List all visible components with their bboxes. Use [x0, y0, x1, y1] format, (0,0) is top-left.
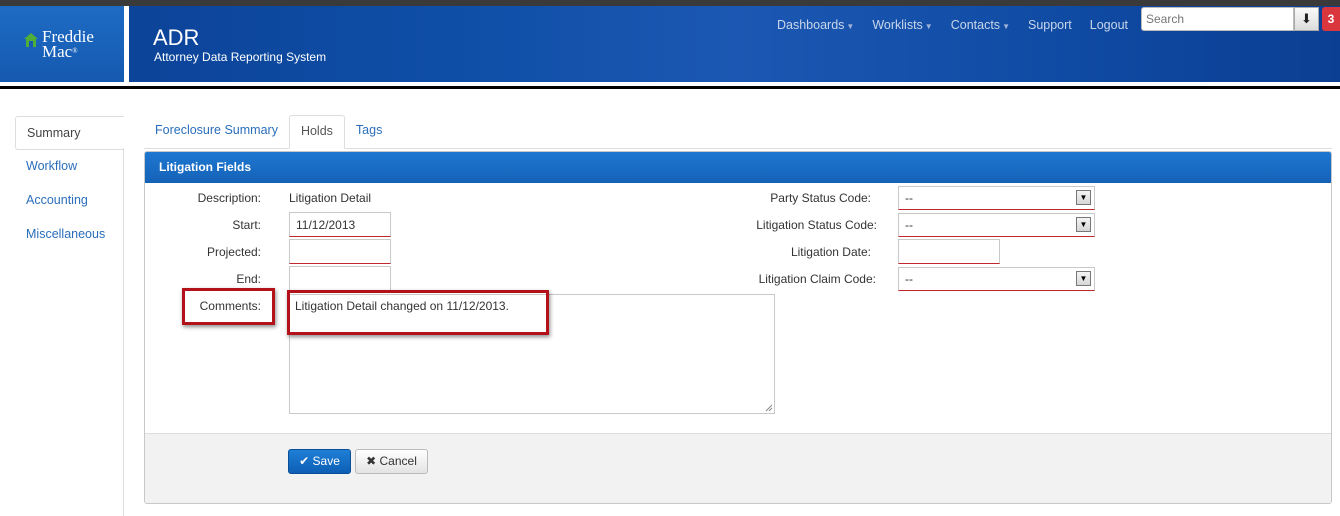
- litigation-date-label: Litigation Date:: [790, 245, 871, 259]
- annotation-box-comments-text: [287, 290, 549, 335]
- sidebar-item-summary[interactable]: Summary: [15, 116, 124, 150]
- start-label: Start:: [232, 218, 261, 232]
- top-nav: Dashboards ▼ Worklists ▼ Contacts ▼ Support…: [777, 18, 1146, 32]
- resize-grip-icon[interactable]: [765, 404, 773, 412]
- sidebar-divider: [123, 148, 124, 516]
- caret-down-icon: ▼: [924, 22, 933, 31]
- search-input[interactable]: [1141, 7, 1294, 31]
- save-button[interactable]: ✔ Save: [288, 449, 351, 474]
- logo-registered-mark: ®: [72, 47, 78, 55]
- sidebar: Summary Workflow Accounting Miscellaneou…: [15, 116, 124, 252]
- claim-code-select[interactable]: -- ▼: [898, 267, 1095, 291]
- download-arrow-icon: ⬇: [1301, 11, 1312, 26]
- nav-contacts[interactable]: Contacts ▼: [951, 18, 1010, 32]
- nav-dashboards[interactable]: Dashboards ▼: [777, 18, 854, 32]
- annotation-box-comments-label: [182, 288, 275, 325]
- end-label: End:: [236, 272, 261, 286]
- logo-line2: Mac: [42, 42, 73, 61]
- app-header: Freddie Mac® ADR Attorney Data Reporting…: [0, 6, 1340, 82]
- nav-logout[interactable]: Logout: [1090, 18, 1128, 32]
- panel-title: Litigation Fields: [145, 152, 1331, 183]
- description-value: Litigation Detail: [289, 191, 372, 205]
- tab-holds[interactable]: Holds: [288, 115, 345, 149]
- tab-tags[interactable]: Tags: [345, 115, 393, 149]
- logo-text: Freddie Mac®: [42, 28, 94, 61]
- panel-footer: ✔ Save ✖ Cancel: [145, 433, 1331, 503]
- header-separator-black: [0, 86, 1340, 89]
- tab-bar: Foreclosure Summary Holds Tags: [144, 115, 393, 149]
- cancel-button-label: Cancel: [379, 454, 417, 468]
- projected-date-field[interactable]: [289, 239, 391, 264]
- sidebar-item-miscellaneous[interactable]: Miscellaneous: [15, 218, 124, 252]
- freddie-mac-logo[interactable]: Freddie Mac®: [0, 6, 124, 82]
- end-date-field[interactable]: [289, 266, 391, 291]
- cancel-button[interactable]: ✖ Cancel: [355, 449, 428, 474]
- nav-contacts-label: Contacts: [950, 18, 1001, 32]
- caret-down-icon: ▼: [1002, 22, 1010, 31]
- start-date-field[interactable]: [289, 212, 391, 237]
- litigation-status-select[interactable]: -- ▼: [898, 213, 1095, 237]
- description-label: Description:: [197, 191, 261, 205]
- close-icon: ✖: [366, 454, 377, 468]
- tab-foreclosure-summary[interactable]: Foreclosure Summary: [144, 115, 289, 149]
- sidebar-item-accounting[interactable]: Accounting: [15, 184, 124, 218]
- litigation-status-value: --: [905, 218, 913, 232]
- litigation-date-field[interactable]: [898, 239, 1000, 264]
- party-status-select[interactable]: -- ▼: [898, 186, 1095, 210]
- house-logo-icon: [24, 33, 38, 47]
- sidebar-item-workflow[interactable]: Workflow: [15, 150, 124, 184]
- app-title: ADR: [153, 25, 200, 50]
- dropdown-arrow-icon[interactable]: ▼: [1076, 217, 1091, 232]
- caret-down-icon: ▼: [846, 22, 855, 31]
- projected-label: Projected:: [206, 245, 261, 259]
- dropdown-arrow-icon[interactable]: ▼: [1076, 271, 1091, 286]
- notification-badge[interactable]: 3: [1322, 7, 1340, 31]
- nav-worklists[interactable]: Worklists ▼: [872, 18, 932, 32]
- logo-divider: [124, 6, 129, 82]
- nav-worklists-label: Worklists: [872, 18, 923, 32]
- party-status-value: --: [905, 191, 913, 205]
- litigation-fields-panel: Litigation Fields Description: Litigatio…: [144, 151, 1332, 504]
- nav-dashboards-label: Dashboards: [777, 18, 845, 32]
- claim-code-value: --: [905, 272, 913, 286]
- app-subtitle: Attorney Data Reporting System: [154, 50, 327, 64]
- dropdown-arrow-icon[interactable]: ▼: [1076, 190, 1091, 205]
- claim-code-label: Litigation Claim Code:: [758, 272, 876, 286]
- checkmark-icon: ✔: [299, 454, 310, 468]
- party-status-label: Party Status Code:: [770, 191, 871, 205]
- litigation-status-label: Litigation Status Code:: [756, 218, 877, 232]
- save-button-label: Save: [312, 454, 340, 468]
- nav-support[interactable]: Support: [1028, 18, 1072, 32]
- search-button[interactable]: ⬇: [1294, 7, 1319, 31]
